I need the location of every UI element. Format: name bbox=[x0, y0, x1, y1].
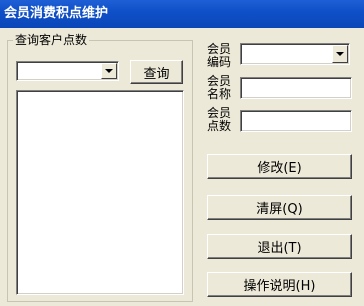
member-points-field[interactable] bbox=[240, 110, 352, 132]
exit-button[interactable]: 退出(T) bbox=[207, 234, 352, 259]
member-id-select[interactable] bbox=[240, 43, 350, 65]
window-title: 会员消费积点维护 bbox=[4, 6, 109, 21]
modify-button[interactable]: 修改(E) bbox=[207, 154, 352, 179]
query-button[interactable]: 查询 bbox=[130, 60, 183, 84]
clear-button[interactable]: 清屏(Q) bbox=[207, 195, 352, 220]
chevron-down-icon[interactable] bbox=[332, 45, 348, 63]
chevron-down-icon[interactable] bbox=[101, 63, 117, 79]
title-bar: 会员消费积点维护 bbox=[0, 0, 364, 28]
member-points-label: 会员点数 bbox=[207, 106, 232, 133]
member-id-label: 会员编码 bbox=[207, 42, 232, 69]
customer-select[interactable] bbox=[16, 61, 119, 81]
results-list[interactable] bbox=[16, 90, 184, 295]
member-name-field[interactable] bbox=[240, 77, 352, 99]
member-name-label: 会员名称 bbox=[207, 74, 232, 101]
query-group-title: 查询客户点数 bbox=[13, 33, 90, 47]
help-button[interactable]: 操作说明(H) bbox=[207, 272, 352, 297]
